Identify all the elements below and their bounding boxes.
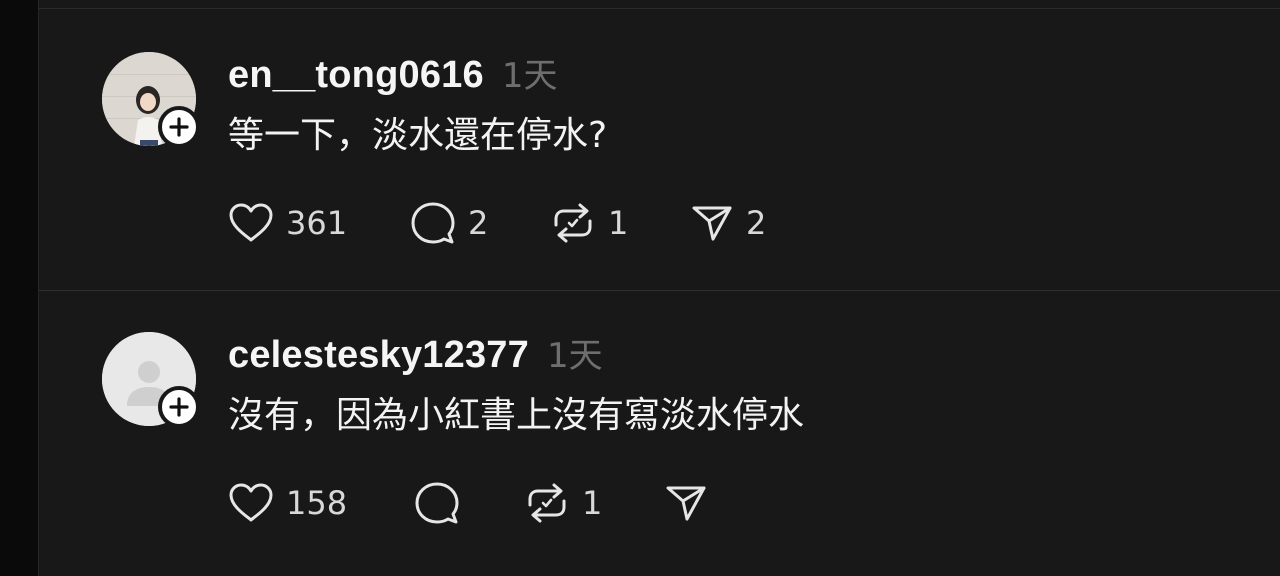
repost-button[interactable]: 1 — [524, 481, 664, 525]
timestamp[interactable]: 1天 — [547, 328, 603, 377]
share-button[interactable] — [664, 481, 784, 525]
divider — [39, 8, 1280, 9]
share-count: 2 — [746, 204, 767, 242]
like-button[interactable]: 158 — [228, 482, 414, 524]
follow-button[interactable] — [158, 106, 200, 148]
post-header: celestesky12377 1天 — [228, 328, 603, 376]
heart-icon — [229, 483, 273, 522]
side-panel-edge — [0, 0, 39, 576]
reply-button[interactable]: 2 — [410, 201, 550, 245]
repost-count: 1 — [608, 204, 629, 242]
paper-plane-icon — [692, 206, 732, 241]
repost-arrows-icon — [528, 483, 566, 523]
heart-icon — [229, 203, 273, 242]
repost-arrows-icon — [554, 203, 592, 243]
username[interactable]: en__tong0616 — [228, 54, 484, 97]
post-text: 沒有，因為小紅書上沒有寫淡水停水 — [228, 395, 805, 436]
username[interactable]: celestesky12377 — [228, 334, 529, 377]
like-button[interactable]: 361 — [228, 202, 410, 244]
timestamp[interactable]: 1天 — [502, 48, 558, 97]
speech-bubble-icon — [411, 202, 455, 244]
plus-icon — [169, 397, 189, 417]
repost-count: 1 — [582, 484, 603, 522]
action-bar: 361 2 1 2 — [228, 200, 810, 246]
repost-button[interactable]: 1 — [550, 201, 690, 245]
like-count: 158 — [286, 484, 348, 522]
paper-plane-icon — [666, 486, 706, 521]
divider — [39, 290, 1280, 291]
post-text: 等一下，淡水還在停水? — [228, 115, 608, 156]
follow-button[interactable] — [158, 386, 200, 428]
avatar-container — [100, 328, 200, 428]
action-bar: 158 1 — [228, 480, 784, 526]
threads-feed: en__tong0616 1天 等一下，淡水還在停水? 361 2 1 2 ce… — [0, 0, 1280, 576]
speech-bubble-icon — [415, 482, 459, 524]
avatar-container — [100, 48, 200, 148]
share-button[interactable]: 2 — [690, 201, 810, 245]
reply-button[interactable] — [414, 481, 524, 525]
plus-icon — [169, 117, 189, 137]
reply-count: 2 — [468, 204, 489, 242]
post-header: en__tong0616 1天 — [228, 48, 557, 96]
like-count: 361 — [286, 204, 348, 242]
